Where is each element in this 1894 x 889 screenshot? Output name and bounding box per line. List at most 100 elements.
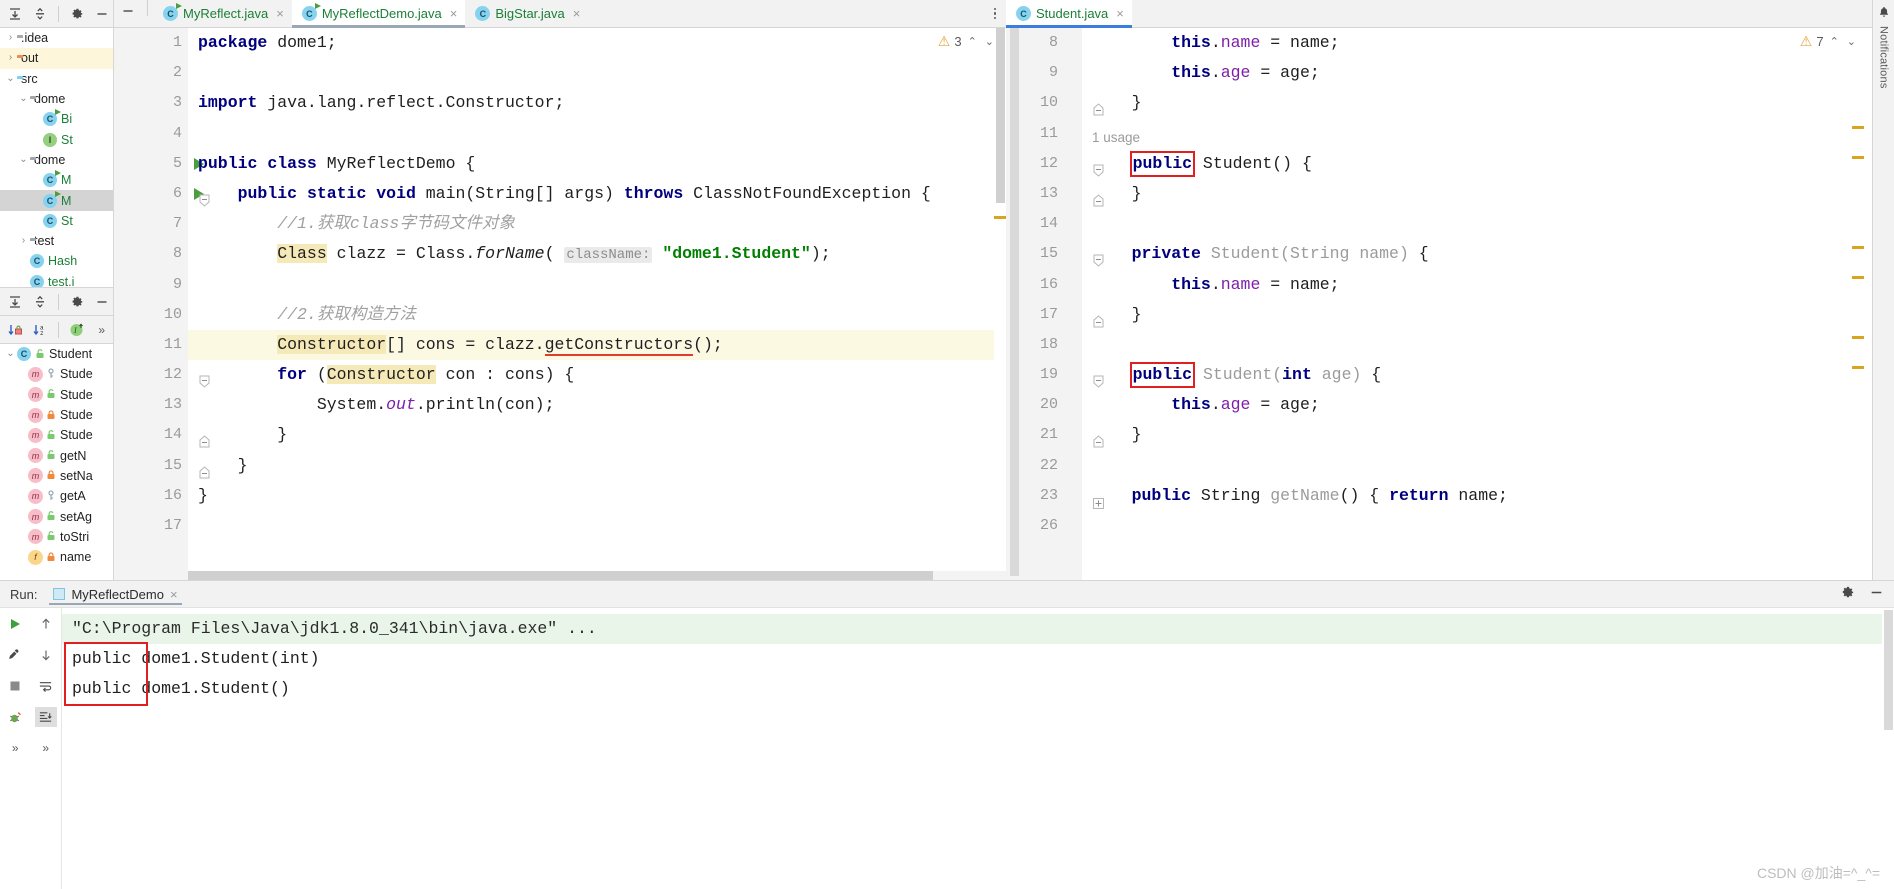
code-line[interactable] — [188, 58, 1006, 88]
code-line[interactable] — [1082, 330, 1886, 360]
editor-left-codearea[interactable]: ⚠ 3 ⌃ ⌄ 1 2 3 4 5 6 7 8 9 10 11 12 13 14 15 16 17 packag… — [114, 28, 1006, 580]
editor-right-code[interactable]: this.name = name; this.age = age; } 1 us… — [1082, 28, 1886, 580]
chevron-right-icon[interactable]: › — [17, 236, 30, 246]
expand-all-icon[interactable] — [4, 291, 27, 313]
prev-problem-icon[interactable]: ⌃ — [966, 35, 979, 48]
close-icon[interactable]: × — [1116, 6, 1124, 21]
hide-panel-icon[interactable] — [90, 291, 113, 313]
editor-right-codearea[interactable]: ⚠ 7 ⌃ ⌄ 8 9 10 11 12 13 14 15 16 17 18 19 20 21 22 23 26… — [1006, 28, 1886, 580]
scroll-to-end-icon[interactable] — [34, 707, 57, 727]
project-tree-node[interactable]: ⌄ dome — [0, 89, 113, 109]
structure-tree-node[interactable]: m Stude — [0, 425, 113, 445]
expand-more-icon[interactable]: » — [35, 738, 57, 758]
code-line[interactable]: import java.lang.reflect.Constructor; — [188, 88, 1006, 118]
tab-student-java[interactable]: C Student.java × — [1006, 0, 1132, 28]
editor-right-gutter[interactable]: 8 9 10 11 12 13 14 15 16 17 18 19 20 21 22 23 26 — [1006, 28, 1104, 580]
structure-tree-node[interactable]: m Stude — [0, 385, 113, 405]
code-line[interactable]: for (Constructor con : cons) { — [188, 360, 1006, 390]
structure-tree-node[interactable]: m setNa — [0, 466, 113, 486]
code-line[interactable]: } — [1082, 88, 1886, 118]
chevron-right-icon[interactable]: › — [4, 53, 17, 63]
show-inherited-icon[interactable]: I — [66, 319, 89, 341]
code-line[interactable]: } — [188, 481, 1006, 511]
close-icon[interactable]: × — [276, 6, 284, 21]
next-problem-icon[interactable]: ⌄ — [1845, 35, 1858, 48]
code-line[interactable]: //1.获取class字节码文件对象 — [188, 209, 1006, 239]
more-tabs-icon[interactable] — [984, 0, 1006, 27]
rerun-icon[interactable] — [4, 614, 26, 634]
chevron-down-icon[interactable]: ⌄ — [17, 154, 30, 165]
project-tree-node[interactable]: ›CM — [0, 190, 113, 211]
collapse-all-icon[interactable] — [29, 3, 52, 25]
project-tree-node[interactable]: ›CBi — [0, 109, 113, 129]
editor-left-scrollbar-thumb[interactable] — [996, 28, 1005, 203]
chevron-right-icon[interactable]: › — [4, 33, 17, 43]
code-line[interactable] — [1082, 119, 1886, 149]
close-icon[interactable]: × — [170, 587, 178, 602]
code-line[interactable]: } — [1082, 179, 1886, 209]
code-line[interactable] — [188, 270, 1006, 300]
code-line[interactable] — [1082, 451, 1886, 481]
code-line[interactable]: public String getName() { return name; — [1082, 481, 1886, 511]
code-line[interactable]: Class clazz = Class.forName( className: … — [188, 239, 1006, 269]
debug-icon[interactable] — [4, 707, 26, 727]
up-arrow-icon[interactable] — [35, 614, 57, 634]
chevron-down-icon[interactable]: ⌄ — [17, 94, 30, 104]
structure-tree-node[interactable]: m toStri — [0, 527, 113, 547]
code-line[interactable]: public static void main(String[] args) t… — [188, 179, 1006, 209]
code-line[interactable]: } — [188, 451, 1006, 481]
soft-wrap-icon[interactable] — [35, 676, 57, 696]
run-console[interactable]: "C:\Program Files\Java\jdk1.8.0_341\bin\… — [62, 608, 1894, 889]
code-line[interactable]: Constructor[] cons = clazz.getConstructo… — [188, 329, 1006, 361]
code-line[interactable]: } — [188, 420, 1006, 450]
project-tree-node[interactable]: ›CM — [0, 170, 113, 190]
next-problem-icon[interactable]: ⌄ — [983, 35, 996, 48]
structure-tree-node[interactable]: m Stude — [0, 405, 113, 425]
code-line[interactable]: System.out.println(con); — [188, 390, 1006, 420]
chevron-down-icon[interactable]: ⌄ — [4, 73, 17, 84]
code-line[interactable] — [188, 511, 1006, 541]
editor-left-gutter[interactable]: 1 2 3 4 5 6 7 8 9 10 11 12 13 14 15 16 17 — [114, 28, 210, 580]
sort-by-visibility-icon[interactable] — [4, 319, 27, 341]
code-line[interactable]: this.name = name; — [1082, 270, 1886, 300]
code-line[interactable]: public Student() { — [1082, 149, 1886, 179]
sort-alphabetically-icon[interactable]: az — [29, 319, 52, 341]
editor-left-hscrollbar[interactable] — [114, 571, 1006, 580]
structure-tree-node[interactable]: m setAg — [0, 506, 113, 526]
prev-problem-icon[interactable]: ⌃ — [1828, 35, 1841, 48]
editor-left-marker-bar[interactable] — [994, 28, 1006, 580]
tab-myreflectdemo-java[interactable]: C MyReflectDemo.java × — [291, 0, 466, 28]
code-line[interactable]: this.age = age; — [1082, 390, 1886, 420]
editor-left-hscroll-thumb[interactable] — [188, 571, 933, 580]
code-line[interactable]: private Student(String name) { — [1082, 239, 1886, 269]
down-arrow-icon[interactable] — [35, 645, 57, 665]
hide-panel-icon[interactable] — [1869, 585, 1884, 603]
chevron-down-icon[interactable]: ⌄ — [4, 349, 17, 359]
structure-tree-node[interactable]: m getA — [0, 486, 113, 506]
run-tab-myreflectdemo[interactable]: MyReflectDemo × — [45, 581, 185, 607]
code-line[interactable] — [1082, 209, 1886, 239]
console-scrollbar-track[interactable] — [1882, 608, 1894, 889]
close-icon[interactable]: × — [450, 6, 458, 21]
structure-tree-node[interactable]: m getN — [0, 445, 113, 465]
gear-icon[interactable] — [66, 291, 89, 313]
project-tree-node[interactable]: ›CSt — [0, 211, 113, 231]
project-tree-node[interactable]: ⌄ src — [0, 69, 113, 89]
stop-icon[interactable] — [4, 676, 26, 696]
project-tree-node[interactable]: › out — [0, 48, 113, 69]
structure-tree-node[interactable]: m Stude — [0, 364, 113, 384]
close-icon[interactable]: × — [573, 6, 581, 21]
hide-editor-icon[interactable] — [114, 0, 142, 22]
project-tree-node[interactable]: ›CHash — [0, 251, 113, 271]
gear-icon[interactable] — [1840, 585, 1855, 603]
gear-icon[interactable] — [66, 3, 89, 25]
project-tree-node[interactable]: ⌄ dome — [0, 150, 113, 170]
edit-config-icon[interactable] — [4, 645, 26, 665]
code-line[interactable] — [1082, 511, 1886, 541]
code-line[interactable]: public class MyReflectDemo { — [188, 149, 1006, 179]
console-scrollbar-thumb[interactable] — [1884, 610, 1893, 730]
structure-tree-node[interactable]: ⌄ C Student — [0, 344, 113, 364]
code-line[interactable]: //2.获取构造方法 — [188, 300, 1006, 330]
structure-tree-node[interactable]: f name — [0, 547, 113, 567]
editor-right-marker-bar[interactable] — [1852, 28, 1864, 580]
